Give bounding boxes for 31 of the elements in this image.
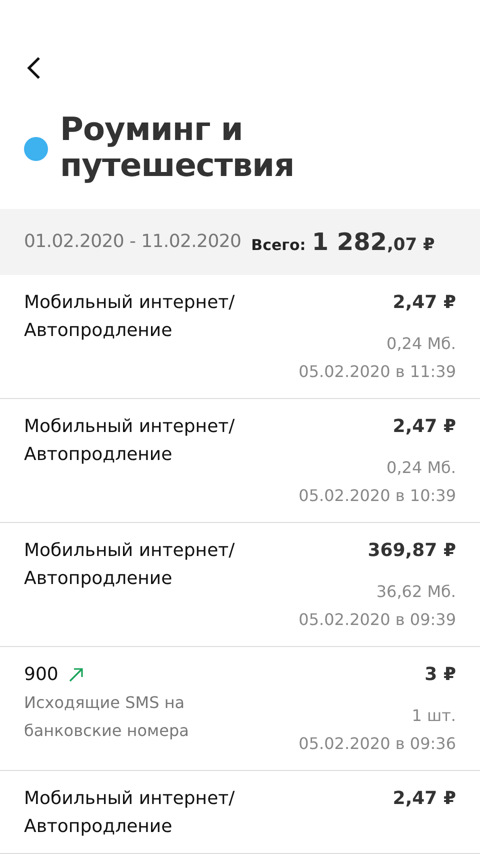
transaction-amount: 2,47 ₽: [392, 787, 456, 811]
transaction-amount: 3 ₽: [424, 663, 456, 687]
page-title: Роуминг и путешествия: [60, 110, 296, 183]
transaction-row[interactable]: Мобильный интернет/ Автопродление 2,47 ₽ 0,24 Мб. 05.02.2020 в 11:39: [0, 275, 480, 399]
transaction-quantity: 0,24 Мб.: [386, 457, 456, 479]
transaction-amount: 369,87 ₽: [368, 539, 456, 563]
category-dot: [24, 136, 48, 161]
transaction-title: Мобильный интернет/ Автопродление: [24, 291, 236, 343]
transaction-datetime: 05.02.2020 в 09:39: [298, 609, 456, 631]
transaction-row[interactable]: Мобильный интернет/ Автопродление 369,87 ₽ 36,62 Мб. 05.02.2020 в 09:39: [0, 523, 480, 647]
transaction-amount: 2,47 ₽: [392, 415, 456, 439]
back-chevron-icon: [27, 56, 41, 80]
transaction-quantity: 36,62 Мб.: [376, 581, 456, 603]
transaction-quantity: 0,24 Мб.: [386, 333, 456, 355]
transaction-title: Мобильный интернет/ Автопродление: [24, 539, 236, 591]
transaction-title: Мобильный интернет/ Автопродление: [24, 415, 236, 467]
transaction-row[interactable]: Мобильный интернет/ Автопродление 2,47 ₽ 0,24 Мб. 05.02.2020 в 10:39: [0, 399, 480, 523]
transaction-datetime: 05.02.2020 в 11:39: [298, 361, 456, 383]
total-amount-fraction: ,07 ₽: [386, 234, 435, 255]
transaction-row[interactable]: 900 Исходящие SMS на банковские номера 3 ₽ 1 шт. 05.02.2020 в 09:36: [0, 647, 480, 771]
transaction-datetime: 05.02.2020 в 09:36: [298, 733, 456, 755]
transaction-title: Мобильный интернет/ Автопродление: [24, 787, 236, 839]
transaction-description: Исходящие SMS на банковские номера: [24, 692, 190, 742]
transaction-amount: 2,47 ₽: [392, 291, 456, 315]
period-text: 01.02.2020 - 11.02.2020: [24, 231, 242, 252]
total-label: Всего:: [251, 236, 306, 254]
total-amount: 1 282: [312, 228, 387, 256]
transaction-title: 900: [24, 663, 58, 687]
transaction-row[interactable]: Мобильный интернет/ Автопродление 2,47 ₽: [0, 771, 480, 854]
transaction-datetime: 05.02.2020 в 10:39: [298, 485, 456, 507]
transaction-quantity: 1 шт.: [412, 705, 456, 727]
